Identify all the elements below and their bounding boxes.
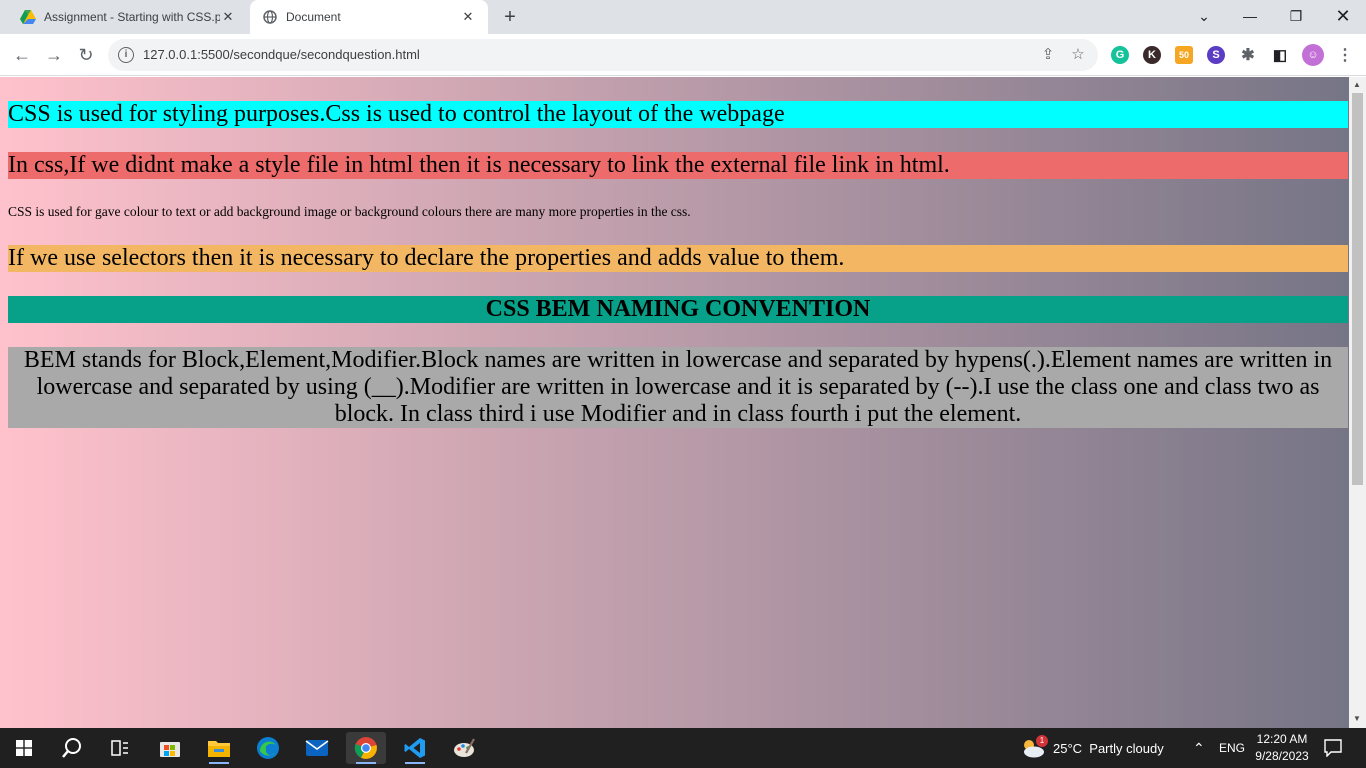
task-view-icon[interactable] [100, 732, 140, 764]
tab-search-chevron-icon[interactable]: ⌄ [1181, 0, 1227, 32]
weather-badge: 1 [1036, 735, 1048, 747]
store-icon[interactable] [150, 732, 190, 764]
mail-icon[interactable] [297, 732, 337, 764]
back-arrow-icon[interactable]: ← [10, 43, 34, 67]
system-clock[interactable]: 12:20 AM 9/28/2023 [1250, 731, 1314, 765]
windows-taskbar: 1 25°C Partly cloudy ⌃ ENG 12:20 AM 9/28… [0, 728, 1366, 768]
url-text: 127.0.0.1:5500/secondque/secondquestion.… [143, 47, 420, 62]
s-extension-icon[interactable]: S [1207, 46, 1225, 64]
clock-date: 9/28/2023 [1255, 749, 1309, 763]
new-tab-button[interactable]: + [499, 6, 521, 28]
reload-icon[interactable]: ↻ [74, 43, 98, 67]
chrome-icon[interactable] [346, 732, 386, 764]
k-extension-icon[interactable]: K [1143, 46, 1161, 64]
paragraph-selectors: If we use selectors then it is necessary… [8, 245, 1348, 272]
paint-icon[interactable] [444, 732, 484, 764]
tab-strip: Assignment - Starting with CSS.p ✕ Docum… [0, 0, 1366, 34]
show-hidden-icons-chevron-icon[interactable]: ⌃ [1193, 728, 1205, 768]
close-tab-icon[interactable]: ✕ [220, 9, 236, 25]
clock-time: 12:20 AM [1256, 732, 1308, 746]
tab-title: Assignment - Starting with CSS.p [44, 10, 220, 24]
scrollbar-thumb[interactable] [1352, 93, 1363, 485]
search-icon[interactable] [52, 732, 92, 764]
page-scrollbar[interactable]: ▲ ▼ [1349, 77, 1366, 728]
bem-heading: CSS BEM NAMING CONVENTION [8, 296, 1348, 323]
share-icon[interactable]: ⇪ [1040, 47, 1056, 63]
restore-icon[interactable]: ❐ [1273, 0, 1319, 32]
close-window-icon[interactable]: ✕ [1320, 0, 1366, 32]
google-drive-icon [20, 9, 36, 25]
site-info-icon[interactable]: i [118, 47, 134, 63]
page-body: CSS is used for styling purposes.Css is … [0, 101, 1349, 428]
minimize-icon[interactable]: — [1227, 0, 1273, 32]
tab-assignment[interactable]: Assignment - Starting with CSS.p ✕ [8, 0, 248, 34]
grammarly-icon[interactable]: G [1111, 46, 1129, 64]
language-indicator[interactable]: ENG [1219, 728, 1245, 768]
menu-kebab-icon[interactable]: ⋮ [1336, 46, 1354, 64]
vscode-icon[interactable] [395, 732, 435, 764]
bookmark-star-icon[interactable]: ☆ [1070, 47, 1086, 63]
paragraph-colours: CSS is used for gave colour to text or a… [8, 204, 691, 219]
page-viewport: CSS is used for styling purposes.Css is … [0, 77, 1349, 728]
tab-title: Document [286, 10, 341, 24]
weather-cloud-icon: 1 [1020, 735, 1048, 759]
start-icon[interactable] [4, 732, 44, 764]
file-explorer-icon[interactable] [199, 732, 239, 764]
scroll-down-arrow-icon[interactable]: ▼ [1353, 714, 1361, 723]
sidepanel-icon[interactable]: ◧ [1271, 46, 1289, 64]
tab-document[interactable]: Document ✕ [250, 0, 488, 34]
browser-toolbar: ← → ↻ i 127.0.0.1:5500/secondque/secondq… [0, 34, 1366, 76]
puzzle-icon[interactable]: ✱ [1239, 46, 1257, 64]
forward-arrow-icon[interactable]: → [42, 43, 66, 67]
address-bar[interactable]: i 127.0.0.1:5500/secondque/secondquestio… [108, 39, 1098, 71]
coupon-extension-icon[interactable]: 50 [1175, 46, 1193, 64]
notification-icon[interactable] [1324, 728, 1342, 768]
weather-widget[interactable]: 1 25°C Partly cloudy [1020, 728, 1164, 768]
paragraph-styling: CSS is used for styling purposes.Css is … [8, 101, 1348, 128]
weather-text: 25°C Partly cloudy [1053, 740, 1164, 756]
edge-icon[interactable] [248, 732, 288, 764]
profile-avatar-icon[interactable]: ☺ [1302, 44, 1324, 66]
paragraph-bem: BEM stands for Block,Element,Modifier.Bl… [8, 347, 1348, 428]
paragraph-external-file: In css,If we didnt make a style file in … [8, 152, 1348, 179]
close-tab-icon[interactable]: ✕ [460, 9, 476, 25]
scroll-up-arrow-icon[interactable]: ▲ [1353, 80, 1361, 89]
globe-icon [262, 9, 278, 25]
